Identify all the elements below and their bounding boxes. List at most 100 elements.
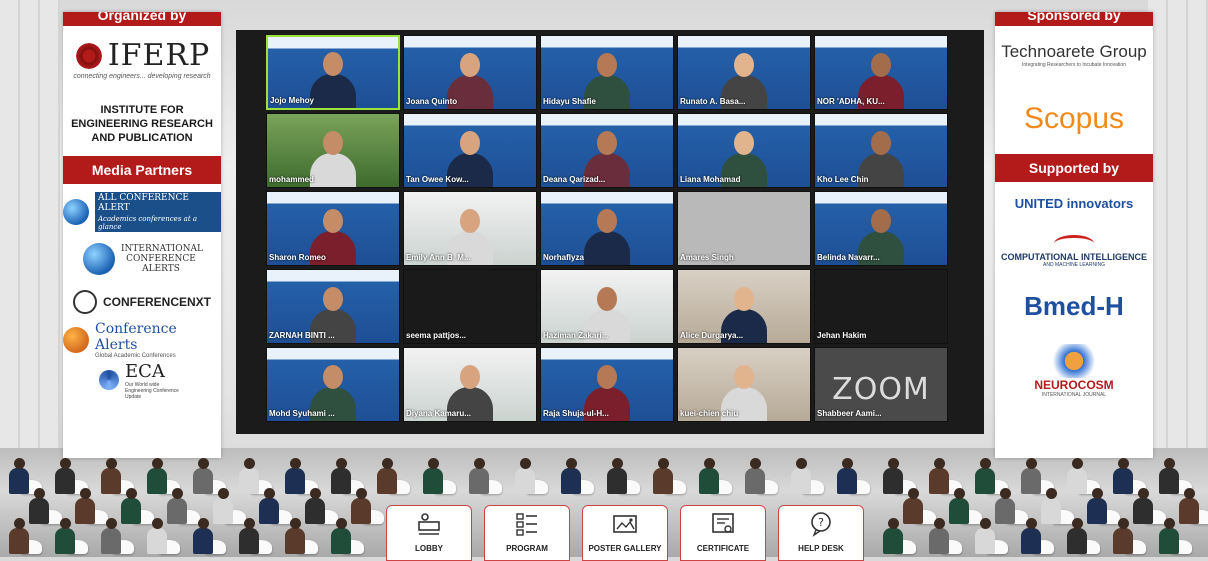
nav-label: CERTIFICATE	[696, 544, 750, 553]
participant-tile[interactable]: Emily Ann B. M...	[403, 191, 537, 266]
participant-name: Joana Quinto	[406, 97, 458, 106]
help-desk-button[interactable]: ? HELP DESK	[778, 505, 864, 561]
partner-name: Conference Alerts	[95, 321, 177, 353]
audience-avatar	[880, 518, 906, 558]
participant-tile[interactable]: Haziman Zakari...	[540, 269, 674, 344]
certificate-button[interactable]: CERTIFICATE	[680, 505, 766, 561]
partner-name: INTERNATIONAL CONFERENCE ALERTS	[121, 244, 203, 274]
partner-name: CONFERENCENXT	[102, 295, 211, 309]
lobby-button[interactable]: LOBBY	[386, 505, 472, 561]
participant-name: Amares Singh	[680, 253, 734, 262]
participant-tile[interactable]: Runato A. Basa...	[677, 35, 811, 110]
participant-tile[interactable]: Liana Mohamad	[677, 113, 811, 188]
audience-avatar	[1018, 518, 1044, 558]
conferencenxt-logo[interactable]: CONFERENCENXT	[63, 284, 221, 320]
participant-tile[interactable]: Hidayu Shafie	[540, 35, 674, 110]
audience-avatar	[98, 518, 124, 558]
audience-avatar	[6, 518, 32, 558]
participant-name: Emily Ann B. M...	[406, 253, 471, 262]
iferp-logo[interactable]: IFERP connecting engineers... developing…	[63, 26, 221, 92]
participant-name: Haziman Zakari...	[543, 331, 609, 340]
audience-avatar	[328, 518, 354, 558]
conference-banner	[545, 115, 669, 124]
certificate-icon	[712, 513, 734, 533]
conference-banner	[272, 38, 394, 47]
participant-tile[interactable]: Jehan Hakim	[814, 269, 948, 344]
participant-name: Liana Mohamad	[680, 175, 741, 184]
participant-name: Tan Owee Kow...	[406, 175, 469, 184]
audience-avatar	[512, 458, 538, 498]
nav-label: POSTER GALLERY	[588, 544, 662, 553]
program-button[interactable]: PROGRAM	[484, 505, 570, 561]
audience-avatar	[742, 458, 768, 498]
conference-banner	[819, 193, 943, 202]
technoarete-logo[interactable]: Technoarete Group Integrating Researcher…	[995, 26, 1153, 84]
partner-sub: Our World wide Engineering Conference Up…	[125, 381, 179, 400]
participant-name: seema pattjos...	[406, 331, 467, 340]
program-icon	[516, 513, 537, 536]
scopus-logo[interactable]: Scopus	[995, 84, 1153, 154]
participant-tile[interactable]: Amares Singh	[677, 191, 811, 266]
participant-name: ZARNAH BINTI ...	[269, 331, 335, 340]
globe-icon	[63, 199, 89, 225]
audience-avatar	[282, 518, 308, 558]
conference-banner	[271, 271, 395, 280]
poster-gallery-icon	[613, 515, 637, 533]
poster-gallery-button[interactable]: POSTER GALLERY	[582, 505, 668, 561]
ci-swoosh-icon	[1054, 234, 1094, 252]
conference-banner	[682, 37, 806, 46]
international-conference-alerts-logo[interactable]: INTERNATIONAL CONFERENCE ALERTS	[63, 234, 221, 284]
supporter-name: COMPUTATIONAL INTELLIGENCE	[1001, 251, 1147, 262]
brain-wings-icon	[1049, 344, 1099, 378]
wall-right	[1148, 0, 1208, 448]
zoom-watermark: ZOOM	[832, 372, 930, 407]
participant-tile[interactable]: Mohd Syuhami ...	[266, 347, 400, 422]
participant-tile[interactable]: kuei-chien chiu	[677, 347, 811, 422]
participant-tile[interactable]: Kho Lee Chin	[814, 113, 948, 188]
participant-name: Mohd Syuhami ...	[269, 409, 335, 418]
participant-tile[interactable]: Joana Quinto	[403, 35, 537, 110]
participant-tile[interactable]: Norhaflyza	[540, 191, 674, 266]
audience-avatar	[236, 518, 262, 558]
participant-name: Jojo Mehoy	[270, 96, 315, 105]
participant-tile[interactable]: Raja Shuja-ul-H...	[540, 347, 674, 422]
participant-name: kuei-chien chiu	[680, 409, 739, 418]
audience-avatar	[972, 518, 998, 558]
audience-avatar	[558, 458, 584, 498]
wall-left	[0, 0, 60, 448]
audience-avatar	[834, 458, 860, 498]
participant-tile[interactable]: Alice Durgarya...	[677, 269, 811, 344]
participant-name: Raja Shuja-ul-H...	[543, 409, 609, 418]
participant-tile[interactable]: ZARNAH BINTI ...	[266, 269, 400, 344]
sponsor-name: Technoarete Group	[1001, 42, 1147, 61]
audience-avatar	[788, 458, 814, 498]
nav-label: HELP DESK	[798, 544, 844, 553]
conference-banner	[819, 115, 943, 124]
participant-tile[interactable]: ZOOM Shabbeer Aami...	[814, 347, 948, 422]
participant-tile[interactable]: Tan Owee Kow...	[403, 113, 537, 188]
audience-avatar	[926, 518, 952, 558]
united-innovators-logo[interactable]: UNITED innovators	[995, 182, 1153, 224]
supported-by-header: Supported by	[995, 154, 1153, 182]
zoom-gallery-screen[interactable]: Jojo Mehoy Joana Quinto Hidayu Shafie Runat…	[236, 30, 984, 434]
eca-logo[interactable]: ECA Our World wide Engineering Conferenc…	[63, 360, 221, 400]
audience-avatar	[650, 458, 676, 498]
partner-sub: Academics conferences at a glance	[95, 214, 221, 232]
neurocosm-logo[interactable]: NEUROCOSM INTERNATIONAL JOURNAL	[995, 334, 1153, 408]
computational-intelligence-logo[interactable]: COMPUTATIONAL INTELLIGENCE AND MACHINE L…	[995, 224, 1153, 278]
bmedh-logo[interactable]: Bmed-H	[995, 278, 1153, 334]
participant-tile[interactable]: NOR 'ADHA, KU...	[814, 35, 948, 110]
all-conference-alert-logo[interactable]: ALL CONFERENCE ALERT Academics conferenc…	[63, 190, 221, 234]
participant-tile[interactable]: Belinda Navarr...	[814, 191, 948, 266]
participant-tile[interactable]: Deana Qarizad...	[540, 113, 674, 188]
participant-name: Runato A. Basa...	[680, 97, 746, 106]
sponsor-sub: Integrating Researchers to Incubate Inno…	[1022, 62, 1126, 68]
participant-tile[interactable]: mohammed	[266, 113, 400, 188]
participant-tile[interactable]: Diyana Kamaru...	[403, 347, 537, 422]
conference-banner	[408, 115, 532, 124]
participant-tile[interactable]: Sharon Romeo	[266, 191, 400, 266]
participant-tile[interactable]: seema pattjos...	[403, 269, 537, 344]
conference-banner	[271, 349, 395, 358]
conference-alerts-logo[interactable]: Conference Alerts Global Academic Confer…	[63, 320, 221, 360]
participant-tile[interactable]: Jojo Mehoy	[266, 35, 400, 110]
